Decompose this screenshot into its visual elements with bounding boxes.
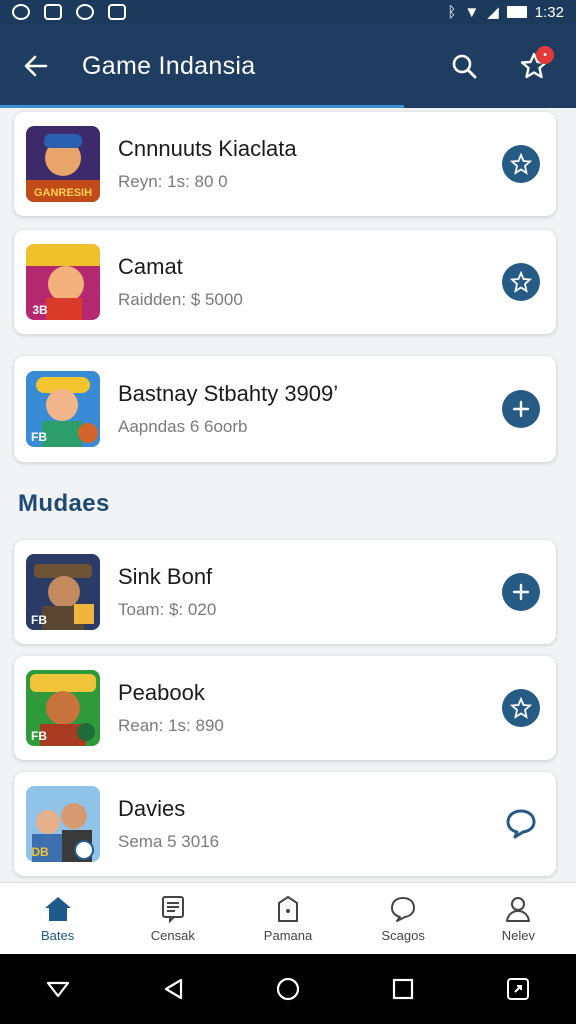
game-list: GANRESIH Cnnnuuts Kiaclata Reyn: 1s: 80 … (0, 108, 576, 882)
notification-icon (44, 4, 62, 20)
game-name: Peabook (118, 680, 205, 705)
battery-icon (506, 6, 527, 18)
wifi-icon: ▼ (464, 3, 480, 21)
system-recents-button[interactable] (383, 969, 423, 1009)
thumb-label: FB (31, 613, 47, 627)
game-meta: Raidden: $ 5000 (118, 290, 243, 309)
plus-icon (512, 583, 530, 601)
add-button[interactable] (502, 390, 540, 428)
thumb-label: FB (31, 430, 47, 444)
favorite-add-button[interactable] (502, 145, 540, 183)
system-back-button[interactable] (153, 969, 193, 1009)
game-thumbnail: FB (26, 670, 100, 746)
thumb-label: GANRESIH (34, 187, 92, 199)
favorite-add-button[interactable] (502, 263, 540, 301)
nav-item-censak[interactable]: Censak (115, 883, 230, 954)
plus-icon (512, 400, 530, 418)
notification-badge: • (536, 46, 554, 64)
bag-icon (278, 896, 298, 922)
back-triangle-icon (164, 978, 182, 1000)
nav-item-scagos[interactable]: Scagos (346, 883, 461, 954)
list-item[interactable]: DB Davies Sema 5 3016 (14, 772, 556, 876)
star-plus-icon (510, 153, 532, 175)
document-icon (161, 896, 184, 923)
add-button[interactable] (502, 573, 540, 611)
thumb-label: 3B (32, 303, 48, 317)
game-meta: Toam: $: 020 (118, 600, 217, 619)
nav-label: Bates (40, 928, 75, 943)
game-thumbnail: DB (26, 786, 100, 862)
game-meta: Reyn: 1s: 80 0 (118, 172, 228, 191)
game-thumbnail: GANRESIH (26, 126, 100, 202)
app-bar: Game Indansia • (0, 24, 576, 108)
home-icon (44, 897, 71, 921)
nav-label: Pamana (263, 928, 313, 943)
game-name: Bastnay Stbahty 3909’ (118, 381, 339, 406)
list-item[interactable]: GANRESIH Cnnnuuts Kiaclata Reyn: 1s: 80 … (14, 112, 556, 216)
signal-icon: ◢ (487, 4, 499, 21)
recents-square-icon (393, 978, 414, 1000)
notification-icon (76, 4, 94, 20)
chat-icon (506, 809, 536, 839)
system-rotate-button[interactable] (498, 969, 538, 1009)
game-name: Davies (118, 796, 186, 821)
game-thumbnail: FB (26, 554, 100, 630)
list-item[interactable]: FB Peabook Rean: 1s: 890 (14, 656, 556, 760)
game-thumbnail: 3B (26, 244, 100, 320)
search-icon (452, 54, 477, 79)
bluetooth-icon: ᛒ (447, 3, 457, 21)
chat-icon (391, 897, 416, 922)
search-button[interactable] (444, 46, 484, 86)
star-plus-icon (510, 697, 532, 719)
notification-icon (12, 4, 30, 20)
favorites-button[interactable]: • (514, 46, 554, 86)
star-plus-icon (510, 271, 532, 293)
nav-item-bates[interactable]: Bates (0, 883, 115, 954)
status-time: 1:32 (534, 3, 564, 21)
nav-item-pamana[interactable]: Pamana (230, 883, 345, 954)
favorite-add-button[interactable] (502, 689, 540, 727)
status-bar: ᛒ ▼ ◢ 1:32 (0, 0, 576, 24)
system-home-button[interactable] (268, 969, 308, 1009)
nav-label: Scagos (381, 928, 425, 943)
chat-button[interactable] (502, 805, 540, 843)
notification-icon (108, 4, 126, 20)
game-meta: Rean: 1s: 890 (118, 716, 224, 735)
list-item[interactable]: 3B Camat Raidden: $ 5000 (14, 230, 556, 334)
page-title: Game Indansia (82, 51, 256, 80)
game-meta: Aapndas 6 6oorb (118, 417, 248, 436)
chevron-down-icon (46, 981, 69, 998)
game-name: Sink Bonf (118, 564, 213, 589)
profile-icon (506, 897, 531, 922)
thumb-label: FB (31, 729, 47, 743)
game-name: Cnnnuuts Kiaclata (118, 136, 297, 161)
game-meta: Sema 5 3016 (118, 832, 220, 851)
system-nav-bar (0, 954, 576, 1024)
rotate-icon (507, 978, 530, 1000)
list-item[interactable]: FB Bastnay Stbahty 3909’ Aapndas 6 6oorb (14, 356, 556, 462)
arrow-left-icon (24, 55, 48, 77)
home-circle-icon (276, 977, 300, 1001)
section-title: Mudaes (18, 490, 110, 517)
game-name: Camat (118, 254, 183, 279)
list-item[interactable]: FB Sink Bonf Toam: $: 020 (14, 540, 556, 644)
thumb-label: DB (31, 845, 49, 859)
bottom-nav: Bates Censak Pamana Scagos Nelev (0, 882, 576, 954)
back-button[interactable] (8, 38, 64, 94)
system-down-button[interactable] (38, 969, 78, 1009)
nav-label: Nelev (501, 928, 536, 943)
nav-item-nelev[interactable]: Nelev (461, 883, 576, 954)
game-thumbnail: FB (26, 371, 100, 447)
nav-label: Censak (150, 928, 195, 943)
